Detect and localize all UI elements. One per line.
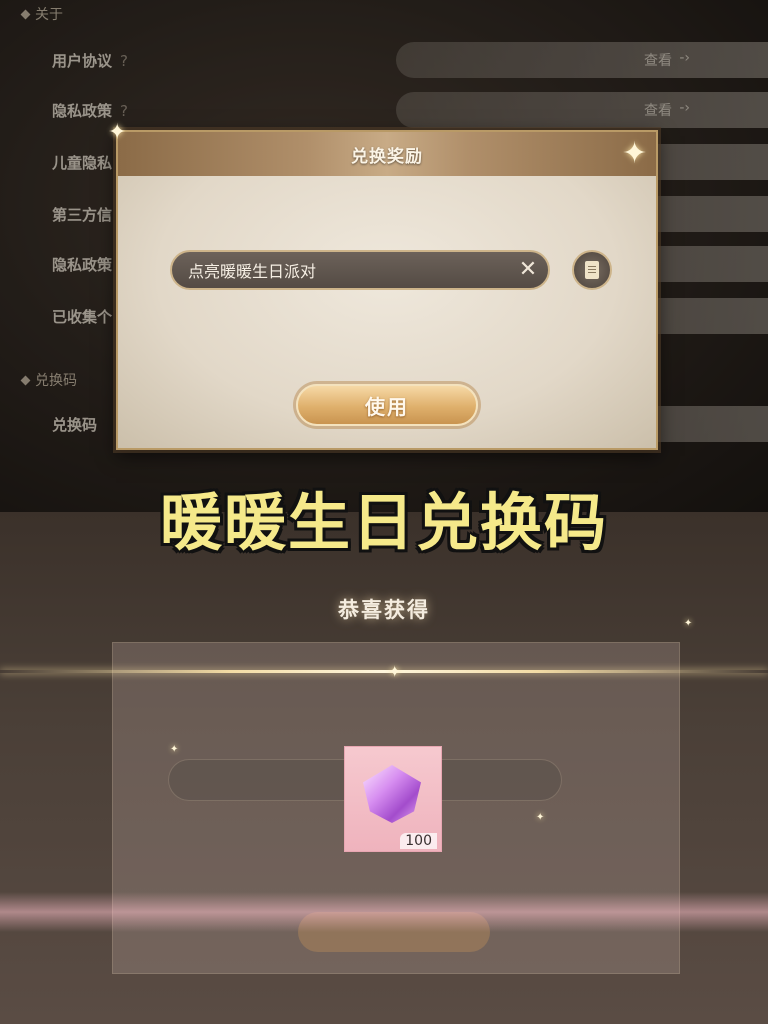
redeem-dialog: 兑换奖励 ✦ ✦ 点亮暖暖生日派对 ✕ 使用	[108, 120, 658, 450]
sparkle-icon: ✦	[536, 812, 545, 823]
document-icon	[585, 261, 599, 279]
diamond-gem-icon	[363, 765, 421, 823]
sparkle-icon: ✦	[170, 744, 179, 755]
sparkle-icon: ✦	[684, 618, 693, 629]
use-button[interactable]: 使用	[296, 384, 478, 426]
pink-glow-band	[0, 892, 768, 932]
glow-divider	[0, 670, 768, 673]
sparkle-icon: ✦	[108, 120, 127, 145]
settings-screen: 关于 用户协议? 查看 -› 隐私政策? 查看 -› 儿童隐私 第三方信 隐私政…	[0, 0, 768, 512]
caption-title: 暖暖生日兑换码	[159, 486, 608, 559]
congrats-title: 恭喜获得	[338, 598, 430, 622]
dialog-header: 兑换奖励	[118, 132, 656, 176]
paste-button[interactable]	[572, 250, 612, 290]
item-count: 100	[400, 833, 437, 849]
reward-screen: 恭喜获得 ✦ ✦ ✦ ✦ 100	[0, 512, 768, 1024]
reward-item[interactable]: 100	[344, 746, 442, 852]
redeem-code-input[interactable]: 点亮暖暖生日派对	[170, 250, 550, 290]
redeem-code-value: 点亮暖暖生日派对	[188, 262, 317, 281]
dialog-title: 兑换奖励	[351, 146, 423, 167]
sparkle-icon: ✦	[388, 662, 402, 681]
sparkle-icon: ✦	[622, 136, 648, 171]
close-icon[interactable]: ✕	[516, 258, 540, 282]
